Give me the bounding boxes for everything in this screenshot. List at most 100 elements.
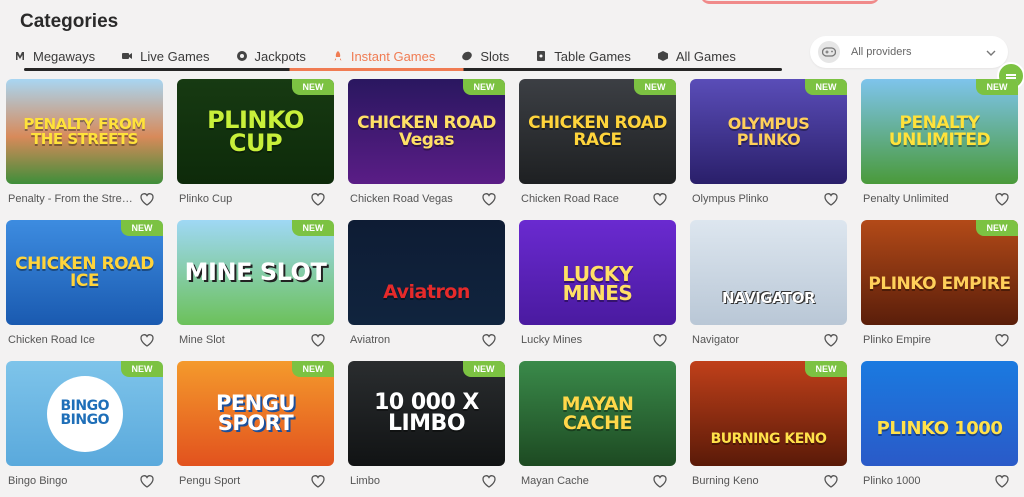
megaways-icon [14, 50, 26, 62]
game-card[interactable]: OLYMPUS PLINKO NEW Olympus Plinko [690, 79, 847, 220]
tab-label: Jackpots [254, 48, 306, 64]
game-name: Bingo Bingo [8, 475, 68, 487]
tab-underline [24, 68, 782, 71]
new-badge: NEW [976, 79, 1018, 95]
game-card[interactable]: BINGO BINGO NEW Bingo Bingo [6, 361, 163, 497]
page-title: Categories [20, 11, 119, 32]
tab-label: All Games [675, 48, 736, 64]
heart-icon[interactable] [310, 332, 326, 348]
heart-icon[interactable] [994, 191, 1010, 207]
game-name: Aviatron [350, 334, 391, 346]
category-tabs: Megaways Live Games Jackpots Instant Gam… [14, 41, 784, 71]
game-logo: PLINKO EMPIRE [868, 274, 1011, 295]
game-logo: Aviatron [383, 281, 470, 304]
game-card[interactable]: 10 000 X LIMBO NEW Limbo [348, 361, 505, 497]
game-logo: CHICKEN ROAD ICE [15, 254, 154, 291]
game-logo: MAYAN CACHE [561, 393, 634, 434]
heart-icon[interactable] [481, 191, 497, 207]
new-badge: NEW [976, 220, 1018, 236]
new-badge: NEW [292, 79, 334, 95]
tab-jackpots[interactable]: Jackpots [236, 46, 306, 66]
tab-all-games[interactable]: All Games [657, 46, 736, 66]
game-card[interactable]: CHICKEN ROAD ICE NEW Chicken Road Ice [6, 220, 163, 361]
game-card[interactable]: PLINKO CUP NEW Plinko Cup [177, 79, 334, 220]
new-badge: NEW [463, 361, 505, 377]
heart-icon[interactable] [652, 191, 668, 207]
game-card[interactable]: NAVIGATOR Navigator [690, 220, 847, 361]
new-badge: NEW [634, 79, 676, 95]
heart-icon[interactable] [139, 191, 155, 207]
game-card[interactable]: PENGU SPORT NEW Pengu Sport [177, 361, 334, 497]
heart-icon[interactable] [823, 473, 839, 489]
game-logo: BINGO BINGO [60, 398, 110, 428]
heart-icon[interactable] [481, 473, 497, 489]
game-thumbnail[interactable]: MAYAN CACHE [519, 361, 676, 466]
heart-icon[interactable] [139, 473, 155, 489]
game-card[interactable]: Aviatron Aviatron [348, 220, 505, 361]
game-name: Plinko Empire [863, 334, 931, 346]
heart-icon[interactable] [994, 473, 1010, 489]
game-thumbnail[interactable]: LUCKY MINES [519, 220, 676, 325]
tab-label: Live Games [140, 48, 210, 64]
heart-icon[interactable] [994, 332, 1010, 348]
rocket-icon [332, 50, 344, 62]
game-thumbnail[interactable]: Aviatron [348, 220, 505, 325]
new-badge: NEW [805, 361, 847, 377]
game-logo: NAVIGATOR [721, 289, 816, 308]
heart-icon[interactable] [481, 332, 497, 348]
heart-icon[interactable] [652, 332, 668, 348]
tab-table-games[interactable]: Table Games [535, 46, 631, 66]
new-badge: NEW [292, 220, 334, 236]
game-logo: 10 000 X LIMBO [374, 389, 479, 436]
game-card[interactable]: PLINKO 1000 Plinko 1000 [861, 361, 1018, 497]
new-badge: NEW [463, 79, 505, 95]
tab-live-games[interactable]: Live Games [121, 46, 210, 66]
game-card[interactable]: PENALTY UNLIMITED NEW Penalty Unlimited [861, 79, 1018, 220]
game-card[interactable]: CHICKEN ROAD Vegas NEW Chicken Road Vega… [348, 79, 505, 220]
top-decoration [700, 0, 880, 4]
game-card[interactable]: LUCKY MINES Lucky Mines [519, 220, 676, 361]
game-thumbnail[interactable]: NAVIGATOR [690, 220, 847, 325]
gamepad-icon [818, 41, 840, 63]
bingo-ball: BINGO BINGO [46, 375, 123, 452]
game-name: Olympus Plinko [692, 193, 769, 205]
game-name: Chicken Road Vegas [350, 193, 453, 205]
game-name: Plinko 1000 [863, 475, 921, 487]
provider-select[interactable]: All providers [810, 36, 1008, 68]
tab-label: Slots [480, 48, 510, 64]
game-name: Burning Keno [692, 475, 759, 487]
tab-slots[interactable]: Slots [461, 46, 509, 66]
heart-icon[interactable] [139, 332, 155, 348]
game-name: Penalty Unlimited [863, 193, 949, 205]
video-camera-icon [121, 50, 133, 62]
game-card[interactable]: PLINKO EMPIRE NEW Plinko Empire [861, 220, 1018, 361]
game-card[interactable]: CHICKEN ROAD RACE NEW Chicken Road Race [519, 79, 676, 220]
game-logo: OLYMPUS PLINKO [727, 114, 810, 149]
game-logo: PENALTY UNLIMITED [888, 113, 991, 150]
game-name: Mine Slot [179, 334, 225, 346]
game-card[interactable]: MAYAN CACHE Mayan Cache [519, 361, 676, 497]
game-card[interactable]: PENALTY FROM THE STREETS Penalty - From … [6, 79, 163, 220]
cards-icon [535, 50, 547, 62]
all-games-icon [657, 50, 669, 62]
new-badge: NEW [121, 361, 163, 377]
heart-icon[interactable] [652, 473, 668, 489]
game-name: Pengu Sport [179, 475, 241, 487]
heart-icon[interactable] [823, 332, 839, 348]
game-thumbnail[interactable]: PLINKO 1000 [861, 361, 1018, 466]
heart-icon[interactable] [310, 473, 326, 489]
game-card[interactable]: BURNING KENO NEW Burning Keno [690, 361, 847, 497]
game-card[interactable]: MINE SLOT NEW Mine Slot [177, 220, 334, 361]
game-name: Chicken Road Ice [8, 334, 95, 346]
game-logo: PLINKO CUP [207, 105, 304, 157]
game-logo: LUCKY MINES [562, 261, 633, 305]
game-name: Penalty - From the Streets [8, 193, 136, 205]
tab-instant-games[interactable]: Instant Games [332, 46, 436, 66]
heart-icon[interactable] [823, 191, 839, 207]
game-logo: CHICKEN ROAD Vegas [357, 113, 496, 150]
tab-label: Instant Games [350, 48, 436, 64]
tab-megaways[interactable]: Megaways [14, 46, 95, 66]
game-thumbnail[interactable]: PENALTY FROM THE STREETS [6, 79, 163, 184]
heart-icon[interactable] [310, 191, 326, 207]
tab-label: Megaways [33, 48, 96, 64]
